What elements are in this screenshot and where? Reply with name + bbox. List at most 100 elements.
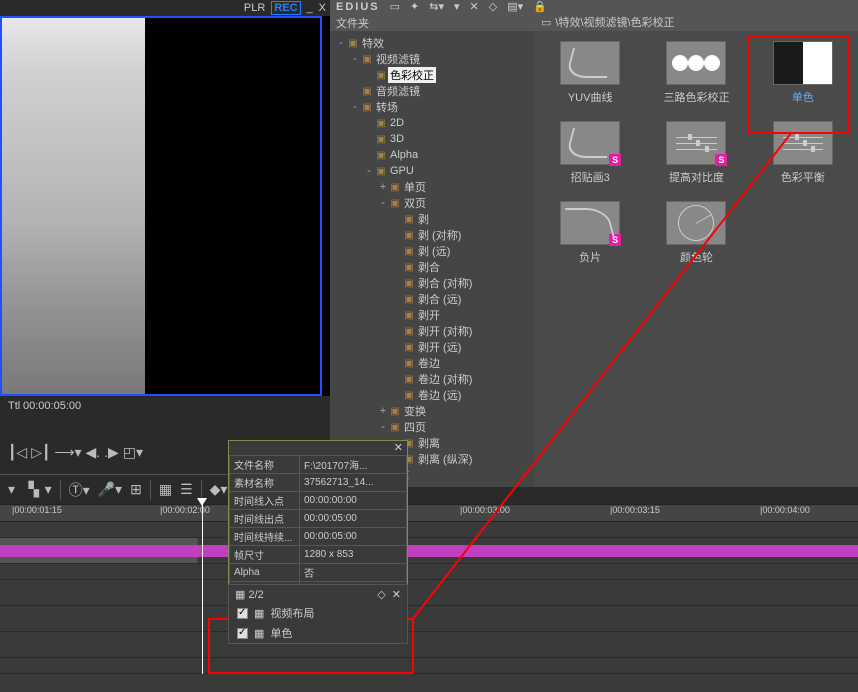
- minimize-button[interactable]: _: [307, 2, 313, 14]
- video-clip[interactable]: [0, 545, 858, 557]
- info-key: 时间线持续...: [230, 528, 300, 546]
- lock-icon[interactable]: 🔒: [533, 0, 547, 13]
- track-5[interactable]: [0, 658, 858, 674]
- effect-item[interactable]: S负片: [545, 201, 635, 265]
- info-row: 文件名称F:\201707海...: [230, 456, 407, 474]
- effect-thumb: [666, 41, 726, 85]
- checkbox[interactable]: [237, 628, 248, 639]
- tree-item[interactable]: -▣GPU: [330, 163, 535, 179]
- tree-item[interactable]: ▣剥: [330, 211, 535, 227]
- tree-label: 剥开 (对称): [416, 323, 472, 339]
- mic-icon[interactable]: 🎤▾: [98, 481, 122, 498]
- trim-icon[interactable]: ▝▖▾: [23, 481, 52, 498]
- tree-item[interactable]: -▣转场: [330, 99, 535, 115]
- next-icon[interactable]: .▶: [104, 444, 119, 461]
- marker-icon[interactable]: ◆▾: [210, 481, 228, 498]
- effect-thumb: [666, 201, 726, 245]
- timeline-ruler[interactable]: |00:00:01:15|00:00:02:00|00:00:02:15|00:…: [0, 504, 858, 522]
- tree-toggle-icon[interactable]: +: [378, 405, 388, 417]
- track-3[interactable]: [0, 606, 858, 632]
- tree-toggle-icon[interactable]: +: [378, 181, 388, 193]
- frame-icon[interactable]: ▦: [159, 481, 172, 498]
- breadcrumb[interactable]: \特效\视频滤镜\色彩校正: [555, 14, 674, 30]
- effect-item[interactable]: S提高对比度: [651, 121, 741, 185]
- tree-toggle-icon[interactable]: -: [378, 421, 388, 433]
- track-2[interactable]: [0, 580, 858, 606]
- folder-icon: ▣: [402, 262, 416, 273]
- checkbox[interactable]: [237, 608, 248, 619]
- tree-item[interactable]: ▣卷边 (远): [330, 387, 535, 403]
- tree-item[interactable]: ▣剥开: [330, 307, 535, 323]
- tree-item[interactable]: ▣卷边 (对称): [330, 371, 535, 387]
- close-button[interactable]: X: [319, 2, 326, 14]
- close-icon[interactable]: ✕: [394, 441, 403, 455]
- tree-toggle-icon[interactable]: -: [364, 165, 374, 177]
- folder-icon: ▣: [374, 70, 388, 81]
- tree-item[interactable]: ▣剥合 (远): [330, 291, 535, 307]
- track-video[interactable]: [0, 538, 858, 564]
- tree-item[interactable]: -▣双页: [330, 195, 535, 211]
- tree-item[interactable]: -▣四页: [330, 419, 535, 435]
- playhead[interactable]: [202, 504, 203, 674]
- delete-icon[interactable]: ✕: [470, 0, 479, 13]
- close-icon[interactable]: ✕: [392, 589, 401, 601]
- tree-item[interactable]: ▣剥合: [330, 259, 535, 275]
- tree-item[interactable]: -▣特效: [330, 35, 535, 51]
- tool-icon[interactable]: ▾: [454, 0, 460, 13]
- folder-icon: ▣: [360, 102, 374, 113]
- tree-item[interactable]: ▣音频滤镜: [330, 83, 535, 99]
- tree-item[interactable]: ▣2D: [330, 115, 535, 131]
- timecode[interactable]: 00:00:05:00: [23, 400, 81, 412]
- tree-item[interactable]: ▣卷边: [330, 355, 535, 371]
- tree-item[interactable]: +▣单页: [330, 179, 535, 195]
- tool-icon[interactable]: ◰▾: [123, 444, 143, 461]
- tree-item[interactable]: ▣剥开 (远): [330, 339, 535, 355]
- applied-effect-row[interactable]: ▦单色: [229, 623, 407, 643]
- mark-out-icon[interactable]: ▷┃: [31, 444, 50, 461]
- track-audio[interactable]: [0, 564, 858, 580]
- prev-icon[interactable]: ◀.: [86, 444, 101, 461]
- tree-toggle-icon[interactable]: -: [350, 101, 360, 113]
- tree-item[interactable]: ▣Alpha: [330, 147, 535, 163]
- preview-viewport[interactable]: [0, 16, 330, 396]
- props-icon[interactable]: ◇: [489, 0, 497, 13]
- tree-item[interactable]: ▣色彩校正: [330, 67, 535, 83]
- timeline[interactable]: |00:00:01:15|00:00:02:00|00:00:02:15|00:…: [0, 504, 858, 674]
- badge-icon: S: [609, 154, 621, 166]
- link-icon[interactable]: ⇆▾: [429, 0, 444, 13]
- props-icon[interactable]: ◇: [377, 589, 385, 601]
- tree-item[interactable]: ▣剥 (对称): [330, 227, 535, 243]
- effect-item[interactable]: S招贴画3: [545, 121, 635, 185]
- tree-label: 剥: [416, 211, 429, 227]
- cut-icon[interactable]: ⟶▾: [54, 444, 81, 461]
- applied-effect-row[interactable]: ▦视频布局: [229, 603, 407, 623]
- effect-item[interactable]: YUV曲线: [545, 41, 635, 105]
- normal-mode-icon[interactable]: ▾: [8, 481, 15, 498]
- effect-item[interactable]: 颜色轮: [651, 201, 741, 265]
- insert-icon[interactable]: ⊞: [130, 481, 142, 498]
- tree-item[interactable]: ▣3D: [330, 131, 535, 147]
- vol-icon[interactable]: Ⓣ▾: [69, 480, 90, 500]
- tree-label: 转场: [374, 99, 398, 115]
- tree-toggle-icon[interactable]: -: [350, 53, 360, 65]
- tree-label: 剥离 (纵深): [416, 451, 472, 467]
- tree-item[interactable]: ▣剥 (远): [330, 243, 535, 259]
- up-icon[interactable]: ✦: [410, 0, 419, 13]
- tree-body[interactable]: -▣特效-▣视频滤镜▣色彩校正▣音频滤镜-▣转场▣2D▣3D▣Alpha-▣GP…: [330, 31, 535, 487]
- tree-toggle-icon[interactable]: -: [378, 197, 388, 209]
- track-4[interactable]: [0, 632, 858, 658]
- effect-item[interactable]: 三路色彩校正: [651, 41, 741, 105]
- tree-item[interactable]: -▣视频滤镜: [330, 51, 535, 67]
- tree-item[interactable]: +▣变换: [330, 403, 535, 419]
- folder-icon[interactable]: ▭: [390, 0, 400, 13]
- mark-in-icon[interactable]: ┃◁: [8, 444, 27, 461]
- ruler-tick: |00:00:01:15: [12, 505, 62, 515]
- tree-item[interactable]: ▣剥合 (对称): [330, 275, 535, 291]
- info-row: 时间线出点00:00:05:00: [230, 510, 407, 528]
- effect-thumb: S: [560, 121, 620, 165]
- track-marker[interactable]: [0, 522, 858, 538]
- view-icon[interactable]: ▤▾: [507, 0, 523, 13]
- tree-item[interactable]: ▣剥开 (对称): [330, 323, 535, 339]
- list-icon[interactable]: ☰: [180, 481, 193, 498]
- tree-toggle-icon[interactable]: -: [336, 37, 346, 49]
